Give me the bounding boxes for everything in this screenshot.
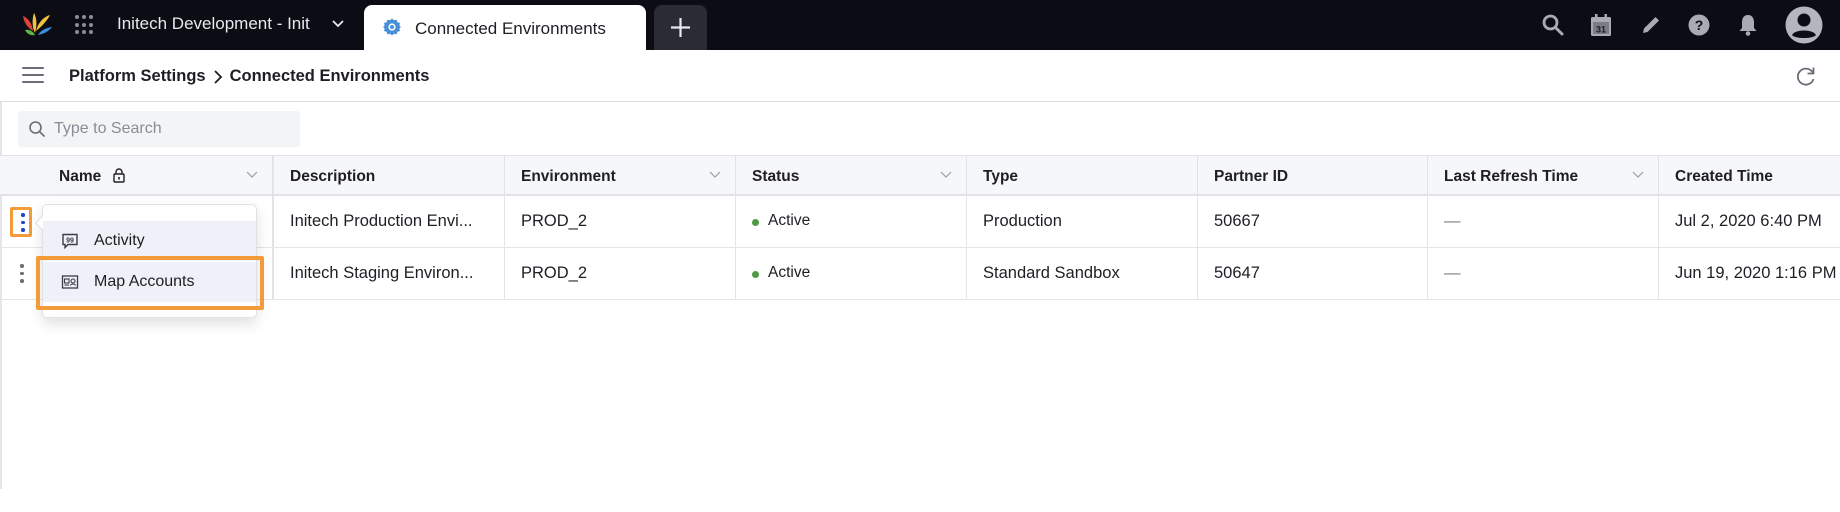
cell-partner-id: 50667 <box>1198 196 1428 247</box>
table-row[interactable]: Initech Production Envi... PROD_2 Active… <box>0 196 1840 248</box>
column-header-created-time[interactable]: Created Time <box>1659 156 1840 195</box>
search-box <box>18 111 300 147</box>
status-dot-icon <box>752 271 759 278</box>
column-header-partner-id[interactable]: Partner ID <box>1198 156 1428 195</box>
cell-status: Active <box>736 196 967 247</box>
chevron-down-icon[interactable] <box>330 14 346 34</box>
chevron-down-icon[interactable] <box>1632 170 1644 180</box>
cell-status: Active <box>736 248 967 299</box>
column-header-status[interactable]: Status <box>736 156 967 195</box>
tab-label: Connected Environments <box>415 19 606 38</box>
add-tab-button[interactable] <box>654 5 707 50</box>
breadcrumb: Platform Settings Connected Environments <box>69 67 429 86</box>
status-badge: Active <box>768 212 811 229</box>
svg-text:99: 99 <box>66 238 74 245</box>
menu-item-activity[interactable]: 99 Activity <box>43 221 256 261</box>
table-header: Name Description Environment Status Type… <box>0 155 1840 196</box>
highlight-outline <box>36 256 264 310</box>
status-badge: Active <box>768 264 811 281</box>
column-header-last-refresh-time[interactable]: Last Refresh Time <box>1428 156 1659 195</box>
calendar-icon[interactable]: 31 <box>1588 12 1614 38</box>
cell-environment: PROD_2 <box>505 196 736 247</box>
table-row[interactable]: Initech Staging Environ... PROD_2 Active… <box>0 248 1840 300</box>
svg-text:31: 31 <box>1596 25 1606 35</box>
column-header-name[interactable]: Name <box>0 156 274 195</box>
cell-partner-id: 50647 <box>1198 248 1428 299</box>
quote-bubble-icon: 99 <box>62 233 78 250</box>
column-header-description[interactable]: Description <box>274 156 505 195</box>
cell-last-refresh-time: — <box>1428 196 1659 247</box>
chevron-down-icon[interactable] <box>709 170 721 180</box>
cell-description: Initech Production Envi... <box>274 196 505 247</box>
row-actions-button[interactable] <box>10 207 32 237</box>
search-icon <box>29 121 45 137</box>
breadcrumb-item-platform-settings[interactable]: Platform Settings <box>69 67 206 86</box>
cell-description: Initech Staging Environ... <box>274 248 505 299</box>
chevron-down-icon[interactable] <box>940 170 952 180</box>
status-dot-icon <box>752 219 759 226</box>
tab-connected-environments[interactable]: Connected Environments <box>364 5 646 50</box>
chevron-right-icon <box>212 69 224 85</box>
workspace-title: Initech Development - Init <box>117 14 310 33</box>
bell-icon[interactable] <box>1735 12 1761 38</box>
app-logo-icon[interactable] <box>20 10 54 40</box>
user-avatar-icon[interactable] <box>1785 6 1823 44</box>
gear-icon <box>383 18 401 36</box>
cell-type: Standard Sandbox <box>967 248 1198 299</box>
workspace-switcher[interactable]: Initech Development - Init <box>117 14 322 34</box>
lock-icon <box>113 168 125 183</box>
column-header-environment[interactable]: Environment <box>505 156 736 195</box>
search-input[interactable] <box>54 111 294 147</box>
breadcrumb-item-connected-environments: Connected Environments <box>229 67 430 85</box>
plus-icon <box>671 18 690 37</box>
top-navigation-bar: Initech Development - Init Connected Env… <box>0 0 1840 50</box>
search-icon[interactable] <box>1540 12 1566 38</box>
page-header: Platform Settings Connected Environments <box>0 50 1840 102</box>
refresh-icon[interactable] <box>1794 64 1818 88</box>
row-actions-button[interactable] <box>12 260 32 288</box>
cell-created-time: Jun 19, 2020 1:16 PM <box>1675 264 1837 282</box>
cell-environment: PROD_2 <box>505 248 736 299</box>
cell-type: Production <box>967 196 1198 247</box>
cell-last-refresh-time: — <box>1428 248 1659 299</box>
hamburger-menu-icon[interactable] <box>22 67 44 85</box>
chevron-down-icon[interactable] <box>246 170 258 180</box>
pencil-icon[interactable] <box>1638 12 1664 38</box>
column-header-type[interactable]: Type <box>967 156 1198 195</box>
help-icon[interactable]: ? <box>1686 12 1712 38</box>
app-launcher-icon[interactable] <box>74 14 96 36</box>
svg-text:?: ? <box>1695 17 1704 33</box>
cell-created-time: Jul 2, 2020 6:40 PM <box>1675 212 1822 230</box>
